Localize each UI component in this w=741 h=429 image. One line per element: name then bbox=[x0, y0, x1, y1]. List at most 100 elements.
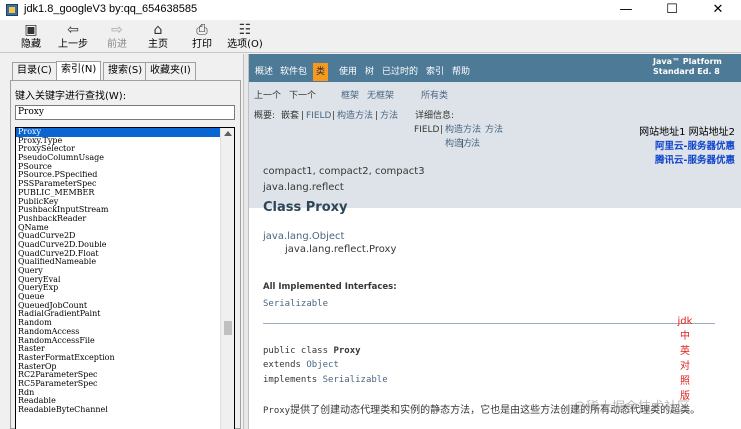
nav-tree[interactable]: 树 bbox=[365, 66, 374, 78]
print-icon: ⎙ bbox=[196, 22, 208, 38]
all-classes-link[interactable]: 所有类 bbox=[421, 91, 448, 102]
nav-overview[interactable]: 概述 bbox=[255, 66, 273, 78]
nav-index[interactable]: 索引 bbox=[426, 66, 444, 78]
index-list-item[interactable]: RC2ParameterSpec bbox=[16, 371, 220, 380]
minimize-button[interactable]: — bbox=[603, 0, 649, 20]
implemented-interface-link[interactable]: Serializable bbox=[263, 299, 328, 309]
index-list-item[interactable]: PSource.PSpecified bbox=[16, 171, 220, 180]
scroll-up-icon[interactable] bbox=[224, 131, 232, 136]
index-list-item[interactable]: QueuedJobCount bbox=[16, 302, 220, 311]
superclass-link[interactable]: Object bbox=[306, 360, 339, 370]
detail-constructor-wrap[interactable]: 构造方 bbox=[445, 139, 472, 150]
nav-deprecated[interactable]: 已过时的 bbox=[382, 66, 418, 78]
tencent-promo-link[interactable]: 腾讯云-服务器优惠 bbox=[629, 154, 741, 168]
platform-line1: Java™ Platform bbox=[653, 57, 722, 66]
index-list-item[interactable]: PSSParameterSpec bbox=[16, 180, 220, 189]
prev-class-link[interactable]: 上一个 bbox=[254, 91, 281, 102]
print-label: 打印 bbox=[192, 39, 212, 50]
close-button[interactable]: ✕ bbox=[695, 0, 741, 20]
hide-button[interactable]: ▣ 隐藏 bbox=[14, 22, 48, 52]
maximize-button[interactable]: ☐ bbox=[649, 0, 695, 20]
nav-class[interactable]: 类 bbox=[313, 63, 329, 81]
summary-sep: | bbox=[332, 111, 336, 121]
interface-link[interactable]: Serializable bbox=[323, 375, 388, 385]
index-list-item[interactable]: RasterOp bbox=[16, 363, 220, 372]
index-list-item[interactable]: QuadCurve2D.Double bbox=[16, 241, 220, 250]
bilingual-note-char: 英 bbox=[680, 346, 690, 357]
index-list-item[interactable]: PublicKey bbox=[16, 198, 220, 207]
index-list-item[interactable]: PushbackReader bbox=[16, 215, 220, 224]
nav-help[interactable]: 帮助 bbox=[452, 66, 470, 78]
index-list-item[interactable]: QueryEval bbox=[16, 276, 220, 285]
home-icon: ⌂ bbox=[153, 22, 163, 38]
summary-method[interactable]: 方法 bbox=[380, 111, 398, 122]
index-list-item[interactable]: Queue bbox=[16, 293, 220, 302]
index-list-item[interactable]: Rdn bbox=[16, 389, 220, 398]
index-list-item[interactable]: RandomAccess bbox=[16, 328, 220, 337]
index-list-item[interactable]: RadialGradientPaint bbox=[16, 310, 220, 319]
index-list-scrollbar[interactable] bbox=[220, 128, 234, 429]
index-list-item[interactable]: Readable bbox=[16, 397, 220, 406]
index-list-item[interactable]: PushbackInputStream bbox=[16, 206, 220, 215]
index-list-item[interactable]: Proxy.Type bbox=[16, 137, 220, 146]
index-list-item[interactable]: RandomAccessFile bbox=[16, 337, 220, 346]
aliyun-promo-link[interactable]: 阿里云-服务器优惠 bbox=[629, 140, 741, 154]
index-list-item[interactable]: Proxy bbox=[16, 128, 220, 137]
bilingual-note-char: 中 bbox=[680, 331, 690, 342]
back-arrow-icon: ⇦ bbox=[67, 22, 79, 38]
index-list-item[interactable]: Random bbox=[16, 319, 220, 328]
index-list-item[interactable]: Query bbox=[16, 267, 220, 276]
index-list-item[interactable]: QName bbox=[16, 224, 220, 233]
keyword-input[interactable]: Proxy bbox=[15, 105, 235, 120]
next-class-link[interactable]: 下一个 bbox=[289, 91, 316, 102]
site-address-links[interactable]: 网站地址1 网站地址2 bbox=[629, 126, 741, 140]
back-button[interactable]: ⇦ 上一步 bbox=[56, 22, 90, 52]
summary-sep: | bbox=[301, 111, 305, 121]
tab-contents[interactable]: 目录(C) bbox=[12, 62, 57, 80]
bilingual-note-char: 对 bbox=[680, 361, 690, 372]
summary-sep: | bbox=[375, 111, 379, 121]
tab-favorites[interactable]: 收藏夹(I) bbox=[145, 62, 196, 80]
index-list-item[interactable]: ProxySelector bbox=[16, 145, 220, 154]
declaration-keyword: implements bbox=[263, 375, 323, 385]
index-list-item[interactable]: QuadCurve2D bbox=[16, 232, 220, 241]
index-list-item[interactable]: PSource bbox=[16, 163, 220, 172]
scroll-thumb[interactable] bbox=[224, 321, 232, 335]
platform-line2: Standard Ed. 8 bbox=[653, 67, 720, 76]
nav-use[interactable]: 使用 bbox=[339, 66, 357, 78]
print-button[interactable]: ⎙ 打印 bbox=[185, 22, 219, 52]
nav-package[interactable]: 软件包 bbox=[280, 66, 307, 78]
no-frames-link[interactable]: 无框架 bbox=[367, 91, 394, 102]
index-list-item[interactable]: RC5ParameterSpec bbox=[16, 380, 220, 389]
index-list-item[interactable]: RasterFormatException bbox=[16, 354, 220, 363]
declaration-keyword: public class bbox=[263, 346, 334, 356]
tab-index[interactable]: 索引(N) bbox=[56, 61, 102, 81]
doc-pane: 概述 软件包 类 使用 树 已过时的 索引 帮助 Java™ Platform … bbox=[249, 54, 741, 429]
index-list-item[interactable]: ReadableByteChannel bbox=[16, 406, 220, 415]
index-list[interactable]: Proxy Proxy.Type ProxySelector PseudoColumn… bbox=[15, 127, 235, 429]
index-list-item[interactable]: QuadCurve2D.Float bbox=[16, 250, 220, 259]
index-list-item[interactable]: Raster bbox=[16, 345, 220, 354]
hide-label: 隐藏 bbox=[21, 39, 41, 50]
keyword-label: 键入关键字进行查找(W): bbox=[15, 91, 127, 102]
home-button[interactable]: ⌂ 主页 bbox=[141, 22, 175, 52]
index-list-item[interactable]: PUBLIC_MEMBER bbox=[16, 189, 220, 198]
platform-label: Java™ Platform Standard Ed. 8 bbox=[653, 57, 722, 77]
index-list-item[interactable]: QueryExp bbox=[16, 284, 220, 293]
index-list-item[interactable]: QualifiedNameable bbox=[16, 258, 220, 267]
window-title: jdk1.8_googleV3 by:qq_654638585 bbox=[24, 3, 198, 15]
frames-link[interactable]: 框架 bbox=[341, 91, 359, 102]
detail-constructor-wrap-end[interactable]: 法 bbox=[471, 139, 480, 150]
detail-method[interactable]: 方法 bbox=[485, 125, 503, 136]
detail-constructor[interactable]: 构造方法 bbox=[445, 125, 481, 136]
summary-constructor[interactable]: 构造方法 bbox=[337, 111, 373, 122]
inherit-child: java.lang.reflect.Proxy bbox=[285, 244, 397, 255]
title-bar[interactable]: jdk1.8_googleV3 by:qq_654638585 — ☐ ✕ bbox=[0, 0, 741, 20]
options-button[interactable]: ☷ 选项(O) bbox=[226, 22, 264, 52]
inherit-root-link[interactable]: java.lang.Object bbox=[263, 231, 344, 242]
tab-search[interactable]: 搜索(S) bbox=[103, 62, 148, 80]
forward-button[interactable]: ⇨ 前进 bbox=[100, 22, 134, 52]
summary-field[interactable]: FIELD bbox=[306, 111, 331, 122]
bilingual-note-char: jdk bbox=[677, 316, 693, 327]
index-list-item[interactable]: PseudoColumnUsage bbox=[16, 154, 220, 163]
